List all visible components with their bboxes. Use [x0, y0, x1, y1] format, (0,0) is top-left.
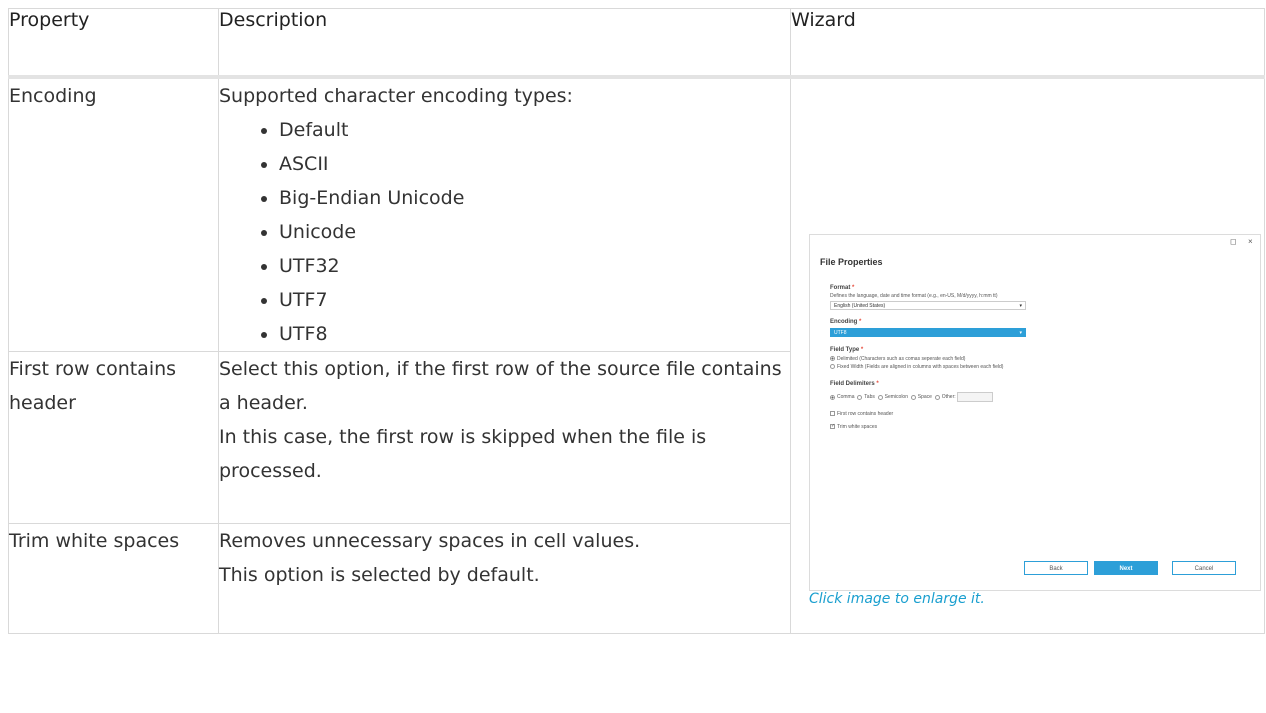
next-button[interactable]: Next	[1094, 561, 1158, 575]
required-mark: *	[860, 347, 864, 353]
option-label: Delimited (Characters such as comas sepe…	[837, 356, 966, 362]
option-label: Other:	[941, 394, 956, 401]
delimiter-space[interactable]: Space	[910, 394, 932, 401]
enlarge-image-link[interactable]: Click image to enlarge it.	[809, 591, 985, 607]
format-value: English (United States)	[834, 303, 886, 309]
encoding-value: UTF8	[834, 330, 847, 336]
required-mark: *	[852, 285, 855, 291]
radio-icon	[857, 394, 863, 400]
delimiter-other[interactable]: Other:	[934, 394, 956, 401]
other-delimiter-input[interactable]	[957, 392, 994, 402]
description-text: Supported character encoding types:	[219, 85, 573, 107]
list-item: UTF8	[279, 317, 790, 351]
checkbox-icon	[830, 411, 835, 417]
delimiter-options: Comma Tabs Semicolon Space Other:	[830, 392, 994, 402]
chevron-down-icon: ▾	[1019, 303, 1022, 309]
close-icon: ×	[1248, 237, 1253, 246]
wizard-cell: ◻ × File Properties Format * Defines the…	[790, 76, 1265, 634]
maximize-icon: ◻	[1230, 237, 1237, 246]
option-label: Space	[917, 394, 932, 401]
properties-table: Property Description Wizard Encoding Sup…	[8, 8, 1265, 634]
encoding-list: Default ASCII Big-Endian Unicode Unicode…	[219, 113, 790, 351]
description-text: Select this option, if the first row of …	[219, 358, 782, 414]
checkbox-label: Trim white spaces	[837, 424, 878, 430]
radio-selected-icon	[830, 356, 835, 362]
radio-icon	[877, 394, 883, 400]
table-header-row: Property Description Wizard	[8, 8, 1265, 79]
list-item: ASCII	[279, 147, 790, 181]
description-text: Removes unnecessary spaces in cell value…	[219, 530, 641, 552]
description-cell: Supported character encoding types: Defa…	[218, 76, 791, 352]
trim-checkbox[interactable]: ✓ Trim white spaces	[830, 424, 877, 430]
description-cell: Removes unnecessary spaces in cell value…	[218, 523, 791, 634]
cancel-button[interactable]: Cancel	[1172, 561, 1236, 575]
header-property: Property	[8, 8, 219, 79]
header-wizard: Wizard	[790, 8, 1265, 79]
radio-icon	[934, 394, 940, 400]
radio-selected-icon	[830, 394, 835, 400]
chevron-down-icon: ▾	[1019, 330, 1022, 336]
field-type-option[interactable]: Fixed Width (Fields are aligned in colum…	[830, 364, 1003, 370]
table-row: Encoding Supported character encoding ty…	[8, 76, 1265, 634]
radio-icon	[830, 364, 835, 370]
field-delimiters-label-text: Field Delimiters	[830, 381, 875, 387]
field-type-option[interactable]: Delimited (Characters such as comas sepe…	[830, 356, 965, 362]
option-label: Tabs	[864, 394, 875, 401]
property-cell: First row contains header	[8, 351, 219, 524]
list-item: Default	[279, 113, 790, 147]
property-cell: Encoding	[8, 76, 219, 352]
required-mark: *	[876, 381, 879, 387]
encoding-select[interactable]: UTF8 ▾	[830, 328, 1026, 337]
field-type-label: Field Type *	[830, 347, 863, 353]
format-label: Format *	[830, 285, 854, 291]
list-item: Unicode	[279, 215, 790, 249]
field-type-label-text: Field Type	[830, 347, 860, 353]
checkbox-label: First row contains header	[837, 411, 894, 417]
option-label: Comma	[837, 394, 855, 401]
wizard-screenshot[interactable]: ◻ × File Properties Format * Defines the…	[809, 234, 1261, 591]
option-label: Fixed Width (Fields are aligned in colum…	[837, 364, 1004, 370]
format-select[interactable]: English (United States) ▾	[830, 301, 1026, 310]
radio-icon	[910, 394, 916, 400]
option-label: Semicolon	[884, 394, 908, 401]
field-delimiters-label: Field Delimiters *	[830, 381, 879, 387]
list-item: UTF32	[279, 249, 790, 283]
checkmark-icon: ✓	[830, 423, 836, 430]
back-button[interactable]: Back	[1024, 561, 1088, 575]
format-label-text: Format	[830, 285, 851, 291]
list-item: Big-Endian Unicode	[279, 181, 790, 215]
delimiter-tabs[interactable]: Tabs	[857, 394, 875, 400]
description-text: In this case, the first row is skipped w…	[219, 426, 707, 482]
delimiter-semicolon[interactable]: Semicolon	[877, 394, 908, 401]
delimiter-comma[interactable]: Comma	[830, 394, 855, 400]
encoding-label: Encoding *	[830, 319, 861, 325]
format-help: Defines the language, date and time form…	[830, 293, 998, 299]
encoding-label-text: Encoding	[830, 319, 858, 325]
required-mark: *	[859, 319, 862, 325]
description-cell: Select this option, if the first row of …	[218, 351, 791, 524]
description-text: This option is selected by default.	[219, 564, 540, 586]
header-description: Description	[218, 8, 791, 79]
property-cell: Trim white spaces	[8, 523, 219, 634]
first-row-checkbox[interactable]: First row contains header	[830, 411, 893, 417]
list-item: UTF7	[279, 283, 790, 317]
dialog-title: File Properties	[820, 257, 883, 267]
